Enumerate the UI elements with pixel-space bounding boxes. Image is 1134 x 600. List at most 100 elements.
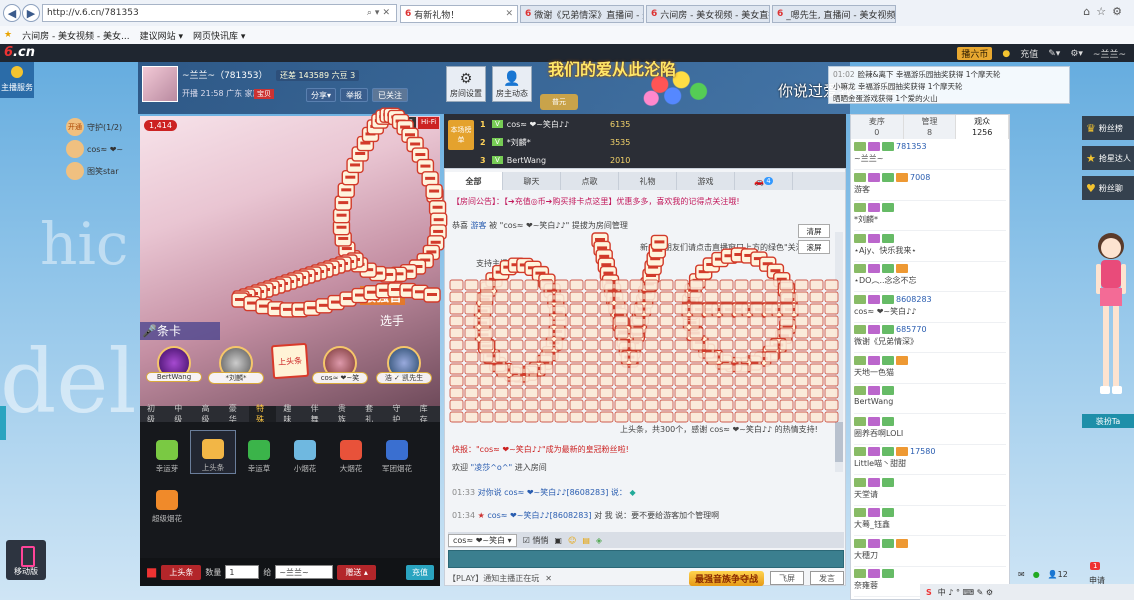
tab-car[interactable]: 🚗 4	[735, 172, 793, 190]
gift-tab[interactable]: 伴舞	[304, 404, 331, 424]
gift-tab[interactable]: 守护	[385, 404, 412, 424]
gift-icon[interactable]: ▤	[582, 536, 590, 545]
seat-2[interactable]: *刘麟*	[208, 346, 264, 392]
fan-rank-button[interactable]: ♛ 粉丝榜	[1082, 116, 1134, 140]
audience-row[interactable]: 天堂请	[854, 476, 1006, 506]
gift-item[interactable]: 幸运草	[236, 430, 282, 474]
coin-badge[interactable]: 播六币	[957, 47, 993, 60]
gift-tab[interactable]: 高级	[195, 404, 222, 424]
gift-tab[interactable]: 初级	[140, 404, 167, 424]
tab-viewers[interactable]: 观众 1256	[956, 115, 1010, 139]
audience-row[interactable]: 大蓦_钰鑫	[854, 506, 1006, 536]
headline-sign[interactable]: 上头条	[270, 342, 310, 380]
clear-screen-button[interactable]: 清屏	[798, 224, 830, 238]
address-actions-icon[interactable]: ⌕▾✕	[367, 8, 396, 18]
back-button[interactable]: ◀	[3, 4, 21, 22]
target-select[interactable]: ~兰兰~	[275, 565, 334, 579]
audience-row[interactable]: 大穗刀	[854, 537, 1006, 567]
audience-row[interactable]: BertWang	[854, 384, 1006, 414]
address-bar[interactable]: http://v.6.cn/781353 ⌕▾✕	[42, 4, 397, 22]
gift-tab[interactable]: 库存	[413, 404, 440, 424]
audience-row[interactable]: 圈养吞啊LOLI	[854, 415, 1006, 445]
site-logo[interactable]: 6.cn	[4, 45, 35, 60]
cartoon-girl-mascot[interactable]	[1088, 224, 1134, 414]
tab-chat[interactable]: 聊天	[503, 172, 561, 190]
guardian-header[interactable]: 开通 守护(1/2)	[66, 116, 138, 138]
browser-tab-3[interactable]: 6六间房 - 美女视频 - 美女直播...	[646, 5, 770, 23]
browser-tab-2[interactable]: 6微谢《兄弟情深》直播间 - 美...	[520, 5, 644, 23]
image-icon[interactable]: ▣	[554, 536, 562, 545]
chat-input[interactable]	[448, 550, 844, 568]
selected-gift[interactable]: 上头条	[161, 564, 202, 580]
gift-item[interactable]: 上头条	[190, 430, 236, 474]
send-gift-button[interactable]: 赠送 ▴	[337, 564, 376, 580]
anchor-name[interactable]: ~兰兰~（781353）	[182, 68, 267, 81]
battle-join-button[interactable]: 最强音族争夺战	[688, 570, 764, 586]
fly-screen-button[interactable]: 飞屏	[770, 571, 804, 585]
guardian-member[interactable]: cos≈ ❤~	[66, 138, 138, 160]
report-button[interactable]: 举报	[340, 88, 368, 102]
open-guard-icon[interactable]: 开通	[66, 118, 84, 136]
audience-row[interactable]: ⋆Ajy、快乐我来⋆	[854, 232, 1006, 262]
edit-icon[interactable]: ✎▾	[1048, 49, 1060, 59]
tab-games[interactable]: 游戏	[677, 172, 735, 190]
audience-row[interactable]: 7008 游客	[854, 171, 1006, 201]
ime-icon[interactable]: S	[926, 588, 932, 597]
gift-tab[interactable]: 豪华	[222, 404, 249, 424]
anchor-service-button[interactable]: 主播服务	[0, 62, 34, 98]
recharge-link[interactable]: 充值	[1020, 47, 1038, 60]
tab-songs[interactable]: 点歌	[561, 172, 619, 190]
person-icon[interactable]: 👤12	[1048, 570, 1068, 579]
close-tab-icon[interactable]: ✕	[502, 9, 513, 19]
anchor-news-button[interactable]: 👤 房主动态	[492, 66, 532, 102]
audience-row[interactable]: ⋆DO︵..念念不忘	[854, 262, 1006, 292]
tab-all[interactable]: 全部	[445, 172, 503, 190]
gift-item[interactable]: 超级烟花	[144, 480, 190, 524]
vip-icon[interactable]: ◈	[596, 536, 602, 545]
seat-1[interactable]: BertWang	[146, 346, 202, 392]
rank-row[interactable]: 1 Vcos≈ ❤~笑白♪♪ 6135	[480, 115, 840, 133]
ime-mode[interactable]: 中 ♪ ° ⌨ ✎ ⚙	[938, 587, 993, 598]
scroll-thumb[interactable]	[835, 422, 843, 462]
recharge-button[interactable]: 充值	[406, 564, 434, 580]
gift-item[interactable]: 小烟花	[282, 430, 328, 474]
favorite-link-3[interactable]: 网页快讯库 ▾	[193, 29, 245, 42]
seat-4[interactable]: 浩 ✓ 凯先生	[376, 346, 432, 392]
seat-3[interactable]: cos≈ ❤~笑	[312, 346, 368, 392]
family-badge[interactable]: 宝贝	[254, 89, 274, 99]
left-edge-tab[interactable]	[0, 406, 6, 440]
scroll-screen-button[interactable]: 滚屏	[798, 240, 830, 254]
audience-row[interactable]: 17580 Little喵丶甜甜	[854, 445, 1006, 475]
favorite-link-1[interactable]: 六间房 - 美女视频 - 美女...	[22, 29, 130, 42]
check-icon[interactable]: ●	[1033, 570, 1040, 579]
follow-button[interactable]: 已关注	[372, 88, 408, 102]
gift-tab[interactable]: 贵族	[331, 404, 358, 424]
share-button[interactable]: 分享 ▾	[306, 88, 336, 102]
audience-row[interactable]: 天地一色猫	[854, 354, 1006, 384]
play-hint[interactable]: 【PLAY】通知主播正在玩	[448, 573, 539, 584]
browser-tab-4[interactable]: 6_嗯先生, 直播间 - 美女视频聊...	[772, 5, 896, 23]
send-message-button[interactable]: 发言	[810, 571, 844, 585]
smile-icon[interactable]: ☺	[568, 536, 576, 545]
close-hint-icon[interactable]: ✕	[545, 574, 552, 583]
favorite-link-2[interactable]: 建议网站 ▾	[140, 29, 183, 42]
chat-scrollbar[interactable]	[835, 232, 843, 472]
gift-tab[interactable]: 套礼	[358, 404, 385, 424]
browser-tab-1[interactable]: 6 有新礼物！ ✕	[400, 5, 518, 23]
settings-icon[interactable]: ⚙▾	[1070, 49, 1083, 59]
gift-package-badge[interactable]: 普元	[540, 94, 578, 110]
forward-button[interactable]: ▶	[22, 4, 40, 22]
mail-icon[interactable]: ✉	[1018, 570, 1025, 579]
qty-input[interactable]: 1	[225, 565, 260, 579]
tab-gifts[interactable]: 礼物	[619, 172, 677, 190]
browser-menu-icons[interactable]: ⌂☆⚙	[1083, 5, 1128, 18]
gift-tab[interactable]: 特殊	[249, 404, 277, 424]
gift-tab[interactable]: 趣味	[276, 404, 303, 424]
tab-mic-queue[interactable]: 麦序 0	[851, 115, 904, 139]
rank-logo[interactable]: 本场榜单	[448, 120, 474, 150]
audience-row[interactable]: 685770 微谢《兄弟情深》	[854, 323, 1006, 353]
audience-row[interactable]: *刘麟*	[854, 201, 1006, 231]
tab-admins[interactable]: 管理 8	[903, 115, 957, 139]
gift-item[interactable]: 幸运芽	[144, 430, 190, 474]
dress-up-button[interactable]: 装扮Ta	[1082, 414, 1134, 428]
